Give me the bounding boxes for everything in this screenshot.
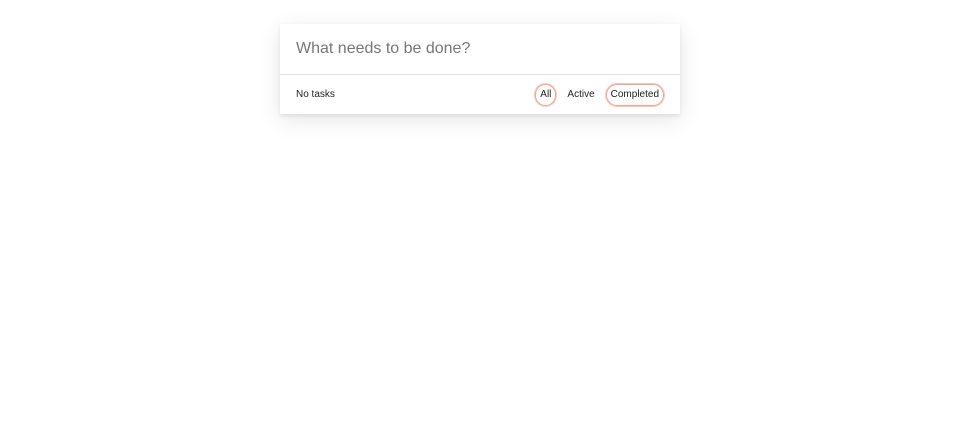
filter-completed-link[interactable]: Completed — [605, 83, 664, 106]
filter-item-all: All — [535, 83, 557, 106]
new-todo-input[interactable] — [280, 24, 680, 75]
filter-item-active: Active — [562, 84, 599, 106]
filter-item-completed: Completed — [605, 83, 664, 106]
filter-active-link[interactable]: Active — [562, 84, 599, 106]
todo-footer: No tasks All Active Completed — [280, 75, 680, 114]
filter-list: All Active Completed — [535, 83, 664, 106]
todo-app: No tasks All Active Completed — [280, 24, 680, 114]
task-count: No tasks — [296, 89, 335, 100]
filter-all-link[interactable]: All — [535, 83, 557, 106]
